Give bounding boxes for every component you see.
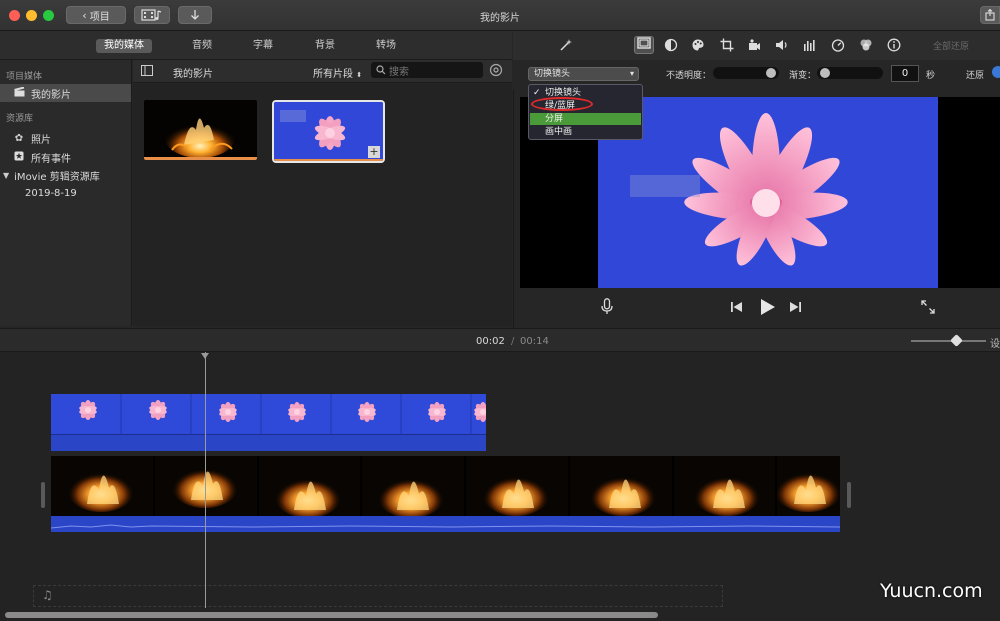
- fade-unit-label: 秒: [926, 71, 936, 81]
- sidebar-toggle-icon[interactable]: [141, 65, 153, 79]
- opacity-slider-knob[interactable]: [766, 68, 776, 78]
- share-icon: [985, 9, 995, 21]
- share-button[interactable]: [980, 6, 1000, 24]
- sidebar-item-photos[interactable]: ✿ 照片: [0, 129, 131, 147]
- tab-backgrounds[interactable]: 背景: [307, 39, 343, 53]
- primary-clip-fire[interactable]: [51, 456, 840, 516]
- adjustments-toolbar: 全部还原: [513, 31, 1000, 60]
- overlay-style-menu: ✓ 切换镜头 绿/蓝屏 分屏 画中画: [528, 84, 643, 140]
- libraries-heading: 资源库: [6, 114, 34, 124]
- palette-icon[interactable]: [690, 38, 706, 54]
- chevron-down-icon: ▾: [629, 69, 634, 78]
- stabilization-camera-icon[interactable]: [746, 38, 762, 54]
- timeline-scrollbar[interactable]: [5, 612, 658, 618]
- primary-clip-audio-waveform: [50, 516, 841, 532]
- menu-item-picture-in-picture[interactable]: 画中画: [530, 126, 641, 138]
- timeline-zoom-knob[interactable]: [950, 334, 963, 347]
- updown-chevron-icon: ⬍: [356, 71, 363, 79]
- timeline-settings-button[interactable]: 设: [990, 335, 1000, 350]
- playhead[interactable]: [205, 352, 206, 608]
- browser-title: 我的影片: [173, 69, 213, 80]
- star-icon: [12, 151, 26, 164]
- video-overlay-icon[interactable]: [634, 36, 654, 54]
- fullscreen-icon[interactable]: [921, 300, 935, 317]
- tab-audio[interactable]: 音频: [184, 39, 220, 53]
- timeline-zoom-slider[interactable]: [911, 334, 986, 347]
- crop-icon[interactable]: [719, 38, 735, 54]
- restore-toggle-icon[interactable]: [992, 66, 1000, 78]
- total-time: 00:14: [520, 336, 549, 347]
- fade-label: 渐变：: [789, 71, 817, 81]
- overlay-style-dropdown[interactable]: 切换镜头 ▾: [528, 67, 639, 81]
- clip-filter-icon[interactable]: [858, 38, 874, 54]
- tab-my-media[interactable]: 我的媒体: [96, 39, 152, 53]
- clapperboard-icon: [12, 86, 26, 100]
- sidebar-item-imovie-library[interactable]: ▼ iMovie 剪辑资源库: [0, 166, 131, 184]
- play-icon[interactable]: [760, 299, 775, 318]
- project-media-heading: 项目媒体: [6, 72, 43, 82]
- info-icon[interactable]: [886, 38, 902, 54]
- used-range-bar: [274, 159, 383, 161]
- overlay-clip-audio-bar: [51, 434, 486, 451]
- restore-button[interactable]: 还原: [966, 68, 984, 81]
- search-field[interactable]: 搜索: [371, 62, 483, 78]
- clip-trim-handle-left[interactable]: [41, 482, 45, 508]
- reset-all-button[interactable]: 全部还原: [933, 39, 969, 52]
- current-time: 00:02: [476, 336, 505, 347]
- watermark-text: Yuucn.com: [880, 580, 983, 602]
- sidebar-item-event-2019-8-19[interactable]: 2019-8-19: [0, 184, 131, 202]
- skip-back-icon[interactable]: [731, 302, 742, 315]
- overlay-clip-lotus[interactable]: [51, 394, 486, 434]
- music-note-icon: ♫: [42, 588, 53, 602]
- menu-item-split-screen[interactable]: 分屏: [530, 113, 641, 125]
- tab-titles[interactable]: 字幕: [245, 39, 281, 53]
- fade-duration-field[interactable]: 0: [891, 65, 919, 82]
- clip-trim-handle-right[interactable]: [847, 482, 851, 508]
- checkmark-icon: ✓: [533, 88, 541, 98]
- fade-slider[interactable]: [817, 67, 883, 79]
- annotation-ellipse: [531, 97, 593, 111]
- search-icon: [376, 65, 386, 75]
- flower-icon: ✿: [14, 132, 24, 144]
- library-sidebar: 项目媒体 我的影片 资源库 ✿ 照片 所有事件 ▼ iMovie 剪辑资源库 2…: [0, 60, 132, 326]
- microphone-icon[interactable]: [601, 298, 613, 318]
- viewer-overlay-frame: [598, 97, 938, 288]
- media-tabs-bar: 我的媒体 音频 字幕 背景 转场: [0, 31, 512, 60]
- title-bar: ‹ 项目 我的影片: [0, 0, 1000, 31]
- window-title: 我的影片: [480, 13, 520, 24]
- gear-icon[interactable]: [489, 63, 503, 80]
- clip-browser: +: [133, 84, 512, 326]
- fade-slider-knob[interactable]: [820, 68, 830, 78]
- disclosure-triangle-icon[interactable]: ▼: [3, 171, 9, 180]
- clip-thumbnail-fire[interactable]: [144, 100, 257, 160]
- clip-thumbnail-lotus[interactable]: +: [272, 100, 385, 163]
- sidebar-item-my-movie[interactable]: 我的影片: [0, 84, 131, 102]
- opacity-slider[interactable]: [713, 67, 779, 79]
- magic-wand-icon[interactable]: [558, 38, 574, 54]
- skip-forward-icon[interactable]: [790, 302, 801, 315]
- volume-icon[interactable]: [774, 38, 790, 54]
- tab-transitions[interactable]: 转场: [368, 39, 404, 53]
- sidebar-item-all-events[interactable]: 所有事件: [0, 148, 131, 166]
- speedometer-icon[interactable]: [830, 38, 846, 54]
- clip-filter-select[interactable]: 所有片段 ⬍: [313, 65, 362, 80]
- browser-header: 我的影片 所有片段 ⬍ 搜索: [133, 60, 512, 83]
- music-well[interactable]: ♫: [33, 585, 723, 607]
- used-range-bar: [144, 157, 257, 160]
- timeline-header: 00:02 / 00:14 设: [0, 328, 1000, 352]
- add-to-movie-icon[interactable]: +: [368, 146, 380, 158]
- color-balance-icon[interactable]: [663, 38, 679, 54]
- equalizer-icon[interactable]: [802, 38, 818, 54]
- opacity-label: 不透明度：: [666, 71, 712, 81]
- search-placeholder: 搜索: [389, 67, 409, 78]
- time-separator: /: [511, 336, 515, 347]
